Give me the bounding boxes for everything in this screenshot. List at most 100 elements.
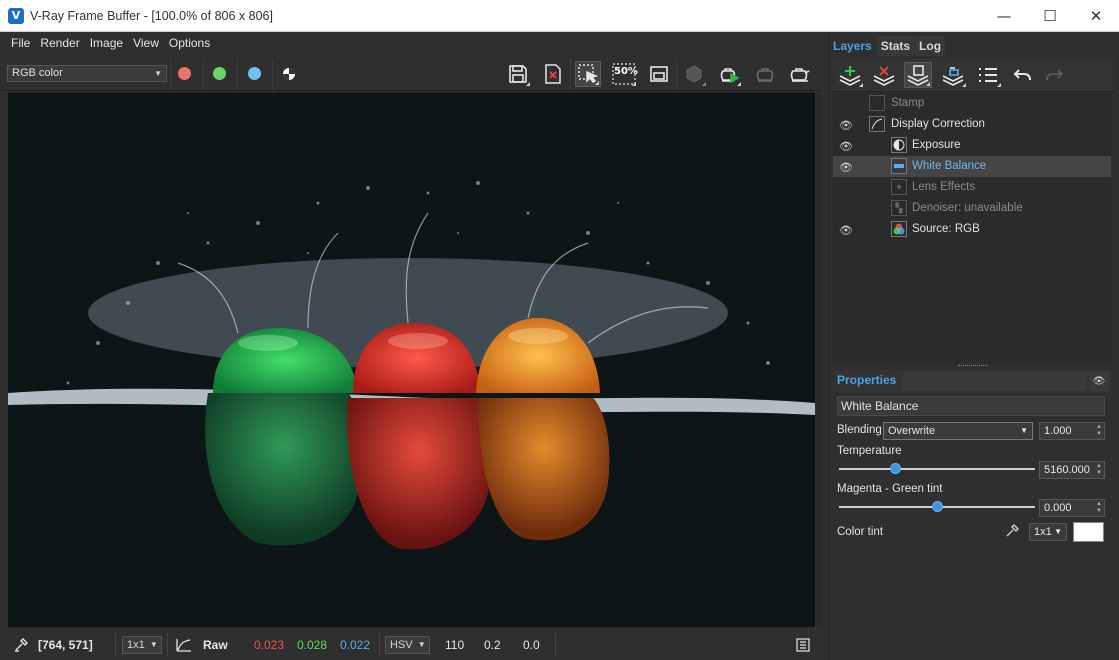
save-image-button[interactable] [505,61,531,87]
properties-title: Properties [837,373,897,387]
blending-mode-select[interactable]: Overwrite ▼ [883,422,1033,440]
test-resolution-button[interactable]: 50% [611,61,638,87]
chevron-down-icon: ▼ [154,69,162,78]
undo-icon [1013,69,1031,81]
zoom-select[interactable]: 1x1 ▼ [122,636,162,654]
menu-image[interactable]: Image [85,36,128,50]
temperature-value: 5160.000 [1044,464,1090,476]
layer-toolbar [833,58,1115,92]
render-button[interactable] [787,61,813,87]
properties-header: Properties 👁 [833,370,1111,392]
layer-name-field[interactable]: White Balance [837,396,1105,416]
undo-button[interactable] [1009,62,1037,88]
color-picker-button[interactable] [1005,524,1019,541]
add-layer-button[interactable] [836,62,864,88]
stop-render-button[interactable] [752,61,778,87]
temperature-slider-track[interactable] [839,468,1035,470]
blending-mode-value: Overwrite [888,425,936,437]
spinner-arrows-icon[interactable]: ▲ ▼ [1096,424,1102,438]
temperature-field[interactable]: 5160.000 ▲ ▼ [1039,461,1105,479]
exposure-icon [891,137,907,153]
curve-icon [176,639,191,652]
spinner-arrows-icon[interactable]: ▲ ▼ [1096,501,1102,515]
chevron-down-icon: ▼ [1054,527,1062,536]
eye-icon[interactable]: 👁 [839,140,853,153]
layer-name: Source: RGB [912,223,980,235]
properties-search[interactable] [903,371,1087,391]
save-layers-button[interactable] [904,62,932,88]
maximize-button[interactable]: ☐ [1027,0,1073,32]
temperature-label: Temperature [837,445,902,457]
channel-select-value: RGB color [12,67,63,79]
blending-amount-field[interactable]: 1.000 ▲ ▼ [1039,422,1105,440]
delete-layer-button[interactable] [870,62,898,88]
color-tint-size-select[interactable]: 1x1 ▼ [1029,523,1067,541]
menu-file[interactable]: File [6,36,35,50]
toggle-panel-button[interactable] [796,630,810,660]
tint-value: 0.000 [1044,502,1072,514]
pixel-info-button[interactable] [14,630,28,660]
blue-value: 0.022 [340,638,371,652]
tab-stats[interactable]: Stats [876,36,915,56]
clear-image-icon [545,64,561,84]
window-title: V-Ray Frame Buffer - [100.0% of 806 x 80… [30,8,273,23]
vray-logo-icon: V [8,7,24,24]
track-mouse-button[interactable] [646,61,672,87]
eye-icon[interactable]: 👁 [839,161,853,174]
channel-select[interactable]: RGB color ▼ [7,65,167,82]
clear-image-button[interactable] [540,61,566,87]
eye-icon: 👁 [1092,375,1106,387]
blending-label: Blending [837,424,882,436]
minimize-button[interactable]: — [981,0,1027,32]
region-render-button[interactable] [575,61,601,87]
eye-icon[interactable]: 👁 [839,224,853,237]
blending-amount-value: 1.000 [1044,425,1072,437]
render-viewport[interactable] [8,92,815,628]
properties-eye-button[interactable]: 👁 [1089,371,1109,391]
spinner-arrows-icon[interactable]: ▲ ▼ [1096,463,1102,477]
chevron-down-icon: ▼ [417,640,426,649]
viewport-splitter[interactable] [816,92,822,628]
blue-channel-button[interactable] [248,67,261,80]
layer-row-source-rgb[interactable]: 👁 Source: RGB [833,219,1111,240]
green-channel-button[interactable] [213,67,226,80]
chevron-down-icon: ▼ [149,640,158,649]
layer-row-white-balance[interactable]: 👁 White Balance [833,156,1111,177]
zoom-select-value: 1x1 [127,639,145,651]
layer-row-lens-effects[interactable]: ✦ Lens Effects [833,177,1111,198]
display-correction-toggle[interactable] [176,630,192,660]
menu-view[interactable]: View [128,36,164,50]
tint-slider-thumb[interactable] [931,501,943,512]
color-space-select[interactable]: HSV ▼ [385,636,430,654]
load-layers-button[interactable] [939,62,967,88]
render-last-icon [686,65,702,83]
stop-render-icon [756,68,774,82]
tint-field[interactable]: 0.000 ▲ ▼ [1039,499,1105,517]
redo-icon [1046,69,1064,81]
layer-row-display-correction[interactable]: 👁 Display Correction [833,114,1111,135]
layer-row-denoiser[interactable]: ▚ Denoiser: unavailable [833,198,1111,219]
render-last-button[interactable] [681,61,707,87]
color-tint-swatch[interactable] [1073,522,1104,542]
test-resolution-label: 50% [614,66,638,77]
layer-row-exposure[interactable]: 👁 Exposure [833,135,1111,156]
layer-presets-button[interactable] [974,62,1002,88]
red-channel-button[interactable] [178,67,191,80]
layer-row-stamp[interactable]: Stamp [833,93,1111,114]
temperature-slider-thumb[interactable] [890,463,902,474]
toolbar: RGB color ▼ 50% [0,55,822,91]
tab-layers[interactable]: Layers [829,36,876,56]
menu-options[interactable]: Options [164,36,215,50]
denoiser-icon: ▚ [891,200,907,216]
close-button[interactable]: ✕ [1073,0,1119,32]
render-interactive-button[interactable] [716,61,742,87]
layer-name: Stamp [891,97,925,109]
alpha-channel-button[interactable] [276,61,302,87]
rgb-source-icon [891,221,907,237]
layer-name: Denoiser: unavailable [912,202,1023,214]
menu-render[interactable]: Render [35,36,84,50]
tab-log[interactable]: Log [915,36,946,56]
panel-splitter[interactable] [833,363,1111,369]
redo-button[interactable] [1040,62,1068,88]
eye-icon[interactable]: 👁 [839,119,853,132]
